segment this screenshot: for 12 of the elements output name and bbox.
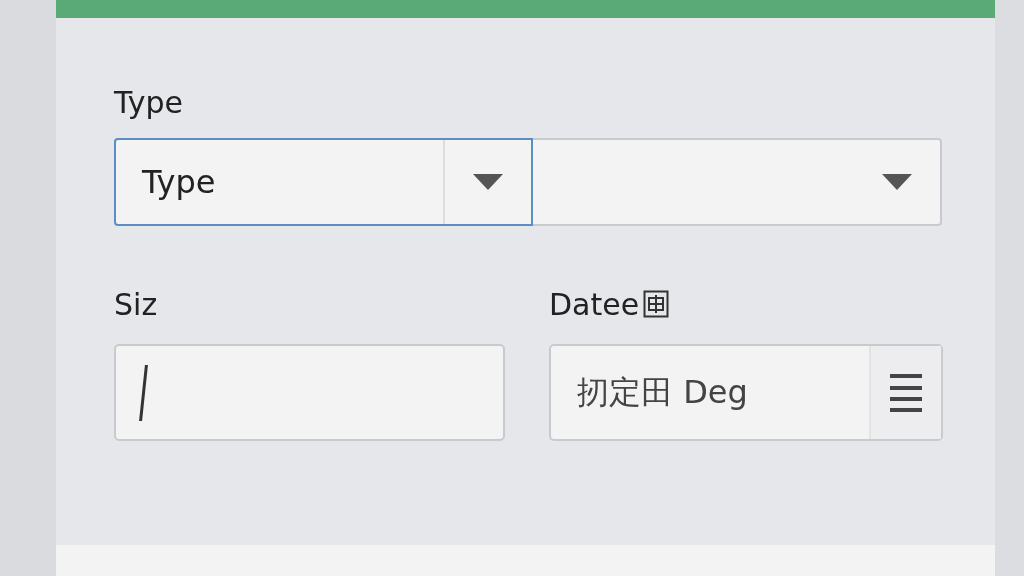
dropdown[interactable]: [533, 138, 942, 226]
date-field[interactable]: 扨定田 Deg: [549, 344, 943, 441]
field-label: Siz: [114, 285, 159, 324]
field-label: Datee: [549, 286, 640, 322]
menu-icon: [890, 373, 922, 412]
field-label: Type: [114, 83, 184, 122]
input-field[interactable]: [114, 344, 505, 441]
caret-icon: [882, 174, 912, 190]
caret-icon: [473, 174, 503, 190]
dropdown[interactable]: Type: [114, 138, 533, 226]
menu-button[interactable]: [869, 346, 941, 439]
calendar-icon: [643, 290, 670, 318]
